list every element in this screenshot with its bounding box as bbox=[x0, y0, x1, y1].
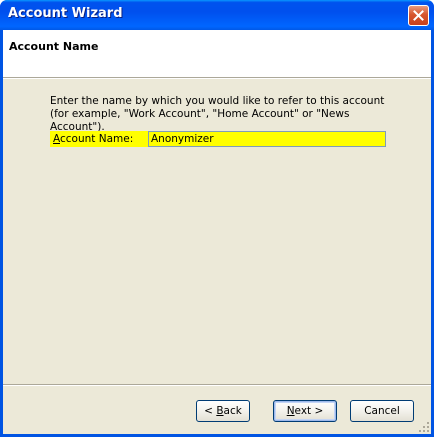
close-button[interactable] bbox=[408, 5, 429, 26]
description-text: Enter the name by which you would like t… bbox=[50, 95, 385, 133]
next-button[interactable]: Next > bbox=[273, 400, 337, 422]
title-bar[interactable]: Account Wizard bbox=[0, 0, 434, 30]
resize-grip-icon[interactable] bbox=[418, 421, 430, 433]
dialog-body: Account Name Enter the name by which you… bbox=[3, 30, 431, 434]
account-name-label-rest: ccount Name: bbox=[60, 133, 134, 145]
account-name-label-accel: A bbox=[53, 133, 60, 145]
account-name-row: Account Name: bbox=[50, 131, 386, 147]
next-button-rest: ext > bbox=[294, 405, 324, 417]
account-wizard-window: Account Wizard Account Name Enter the na… bbox=[0, 0, 434, 437]
cancel-button[interactable]: Cancel bbox=[350, 400, 414, 422]
button-divider-highlight bbox=[3, 385, 431, 386]
back-button-accel: B bbox=[216, 405, 224, 417]
back-button-prefix: < bbox=[204, 405, 217, 417]
back-button[interactable]: < Back bbox=[196, 400, 250, 422]
account-name-input[interactable] bbox=[148, 131, 386, 147]
header-divider bbox=[3, 78, 431, 79]
next-button-accel: N bbox=[286, 405, 295, 417]
window-title: Account Wizard bbox=[8, 6, 123, 21]
close-icon bbox=[413, 10, 424, 21]
back-button-rest: ack bbox=[223, 405, 242, 417]
wizard-header: Account Name bbox=[3, 30, 431, 78]
account-name-label: Account Name: bbox=[53, 133, 133, 145]
page-title: Account Name bbox=[9, 40, 99, 53]
